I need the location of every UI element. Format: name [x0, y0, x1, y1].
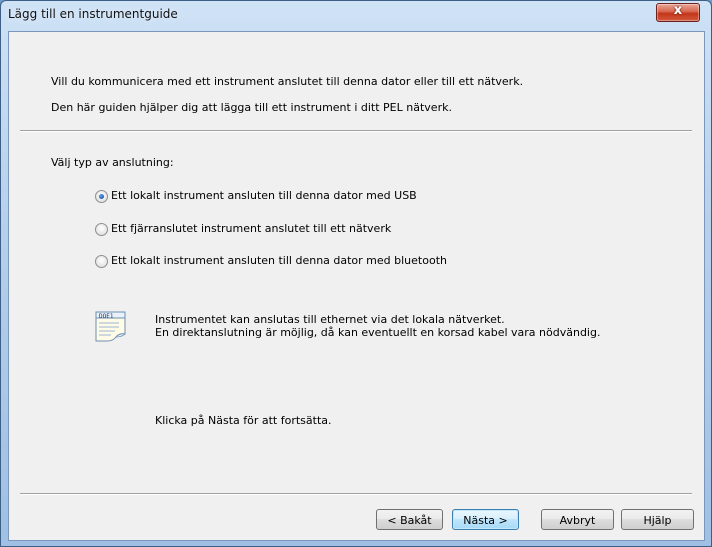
- wizard-window: Lägg till en instrumentguide x Vill du k…: [0, 0, 712, 547]
- help-button[interactable]: Hjälp: [621, 509, 694, 530]
- info-line-2: En direktanslutning är möjlig, då kan ev…: [155, 326, 601, 339]
- radio-usb-label[interactable]: Ett lokalt instrument ansluten till denn…: [111, 189, 417, 202]
- info-line-1: Instrumentet kan anslutas till ethernet …: [155, 313, 505, 326]
- close-button[interactable]: x: [656, 3, 700, 22]
- radio-button[interactable]: [95, 255, 108, 268]
- radio-button-checked[interactable]: [95, 190, 108, 203]
- back-button[interactable]: < Bakåt: [376, 509, 443, 530]
- radio-network-label[interactable]: Ett fjärranslutet instrument anslutet ti…: [111, 222, 391, 235]
- radio-button[interactable]: [95, 223, 108, 236]
- next-button[interactable]: Nästa >: [452, 509, 519, 530]
- continue-hint: Klicka på Nästa för att fortsätta.: [155, 414, 332, 427]
- intro-line-1: Vill du kommunicera med ett instrument a…: [51, 75, 524, 88]
- title-bar[interactable]: Lägg till en instrumentguide x: [1, 1, 711, 31]
- document-icon-text: DOE1: [99, 313, 114, 320]
- intro-line-2: Den här guiden hjälper dig att lägga til…: [51, 101, 452, 114]
- window-title: Lägg till en instrumentguide: [8, 7, 178, 21]
- separator-bottom: [20, 493, 692, 495]
- separator-top: [20, 130, 692, 132]
- radio-bluetooth-label[interactable]: Ett lokalt instrument ansluten till denn…: [111, 254, 447, 267]
- document-icon: DOE1: [95, 310, 127, 342]
- wizard-content: Vill du kommunicera med ett instrument a…: [8, 31, 705, 541]
- connection-type-label: Välj typ av anslutning:: [51, 156, 174, 169]
- close-icon: x: [673, 3, 683, 18]
- cancel-button[interactable]: Avbryt: [541, 509, 614, 530]
